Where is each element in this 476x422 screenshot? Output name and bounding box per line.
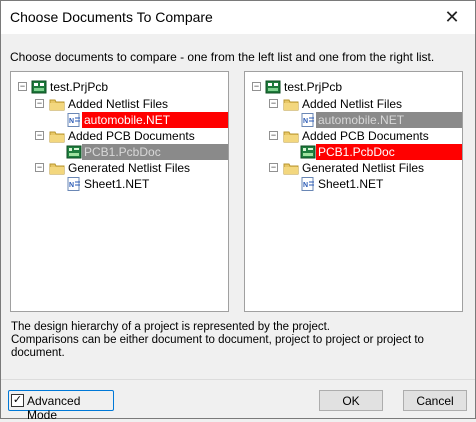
ok-button[interactable]: OK <box>319 390 383 411</box>
cancel-button[interactable]: Cancel <box>403 390 467 411</box>
instructions-text: Choose documents to compare - one from t… <box>10 50 435 64</box>
title-bar: Choose Documents To Compare ✕ <box>1 1 475 34</box>
hint-line-1: The design hierarchy of a project is rep… <box>11 321 330 333</box>
tree-item-netlist-folder[interactable]: Added Netlist Files <box>66 96 170 112</box>
tree-item-generated-file[interactable]: Sheet1.NET <box>82 176 151 192</box>
tree-item-pcb-file[interactable]: PCB1.PcbDoc <box>316 144 462 160</box>
pcb-file-icon <box>66 145 82 159</box>
advanced-mode-label[interactable]: Advanced Mode <box>27 394 113 422</box>
collapse-icon[interactable]: − <box>252 82 261 91</box>
collapse-icon[interactable]: − <box>269 131 278 140</box>
close-icon: ✕ <box>444 7 460 27</box>
dialog-title: Choose Documents To Compare <box>10 9 213 25</box>
hint-line-2: Comparisons can be either document to do… <box>11 334 424 359</box>
tree-item-netlist-file[interactable]: automobile.NET <box>316 112 462 128</box>
tree-item-generated-folder[interactable]: Generated Netlist Files <box>300 160 426 176</box>
folder-icon <box>283 129 299 143</box>
tree-item-project[interactable]: test.PrjPcb <box>48 79 110 95</box>
folder-icon <box>49 129 65 143</box>
collapse-icon[interactable]: − <box>18 82 27 91</box>
advanced-mode-checkbox[interactable]: ✓ <box>11 394 24 407</box>
compare-dialog: Choose Documents To Compare ✕ Choose doc… <box>0 0 476 422</box>
left-document-tree[interactable]: − test.PrjPcb − Added Netlist Files auto… <box>10 71 229 312</box>
tree-item-netlist-folder[interactable]: Added Netlist Files <box>300 96 404 112</box>
folder-icon <box>49 161 65 175</box>
collapse-icon[interactable]: − <box>35 131 44 140</box>
hint-text: The design hierarchy of a project is rep… <box>11 321 471 360</box>
tree-item-pcb-folder[interactable]: Added PCB Documents <box>66 128 197 144</box>
pcb-file-icon <box>300 145 316 159</box>
netlist-file-icon <box>66 177 82 191</box>
collapse-icon[interactable]: − <box>35 99 44 108</box>
netlist-file-icon <box>300 113 316 127</box>
tree-item-generated-file[interactable]: Sheet1.NET <box>316 176 385 192</box>
dialog-footer: ✓ Advanced Mode OK Cancel <box>1 379 475 422</box>
folder-icon <box>283 97 299 111</box>
project-icon <box>31 80 47 94</box>
close-button[interactable]: ✕ <box>429 1 475 34</box>
folder-icon <box>49 97 65 111</box>
collapse-icon[interactable]: − <box>269 99 278 108</box>
tree-item-generated-folder[interactable]: Generated Netlist Files <box>66 160 192 176</box>
tree-item-pcb-folder[interactable]: Added PCB Documents <box>300 128 431 144</box>
tree-item-netlist-file[interactable]: automobile.NET <box>82 112 228 128</box>
right-document-tree[interactable]: − test.PrjPcb − Added Netlist Files auto… <box>244 71 463 312</box>
tree-item-pcb-file[interactable]: PCB1.PcbDoc <box>82 144 228 160</box>
folder-icon <box>283 161 299 175</box>
collapse-icon[interactable]: − <box>35 163 44 172</box>
project-icon <box>265 80 281 94</box>
netlist-file-icon <box>66 113 82 127</box>
advanced-mode-toggle[interactable]: ✓ Advanced Mode <box>8 390 114 422</box>
collapse-icon[interactable]: − <box>269 163 278 172</box>
tree-item-project[interactable]: test.PrjPcb <box>282 79 344 95</box>
netlist-file-icon <box>300 177 316 191</box>
